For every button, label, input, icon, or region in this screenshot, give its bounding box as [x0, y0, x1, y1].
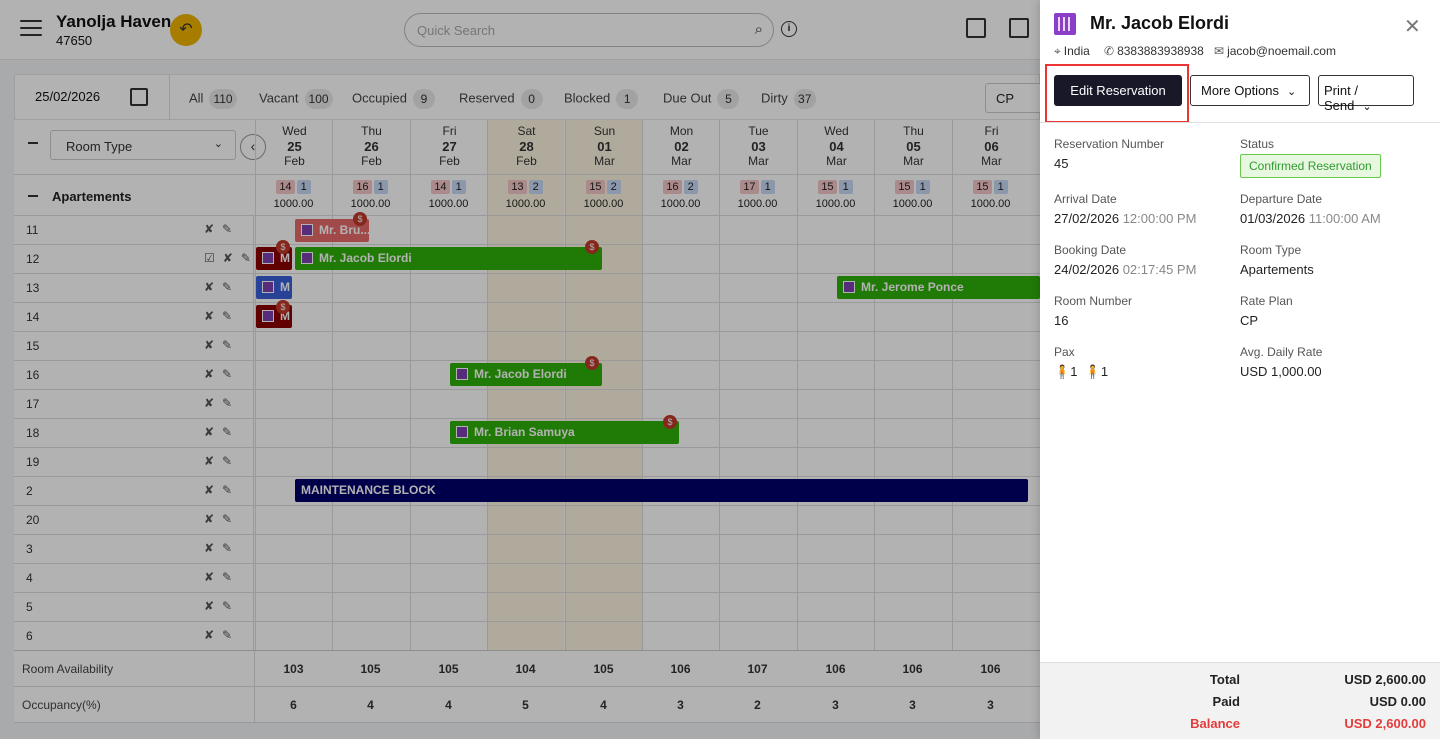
- guest-phone: ✆ 8383883938938: [1104, 44, 1204, 58]
- balance-value: USD 2,600.00: [1344, 716, 1426, 731]
- child-count: 1: [1100, 364, 1109, 379]
- country-text: India: [1063, 44, 1090, 58]
- arrival-date: 27/02/2026 12:00:00 PM: [1054, 211, 1196, 226]
- room-number-label: Room Number: [1054, 294, 1133, 308]
- arrival-date-value: 27/02/2026: [1054, 211, 1120, 226]
- email-text: jacob@noemail.com: [1227, 44, 1336, 58]
- more-options-label: More Options: [1201, 83, 1280, 98]
- room-number: 16: [1054, 313, 1069, 328]
- reservation-number: 45: [1054, 156, 1069, 171]
- adult-count: 1: [1070, 364, 1078, 379]
- chevron-down-icon: ⌄: [1287, 86, 1297, 98]
- status-badge: Confirmed Reservation: [1240, 154, 1381, 178]
- guest-name: Mr. Jacob Elordi: [1090, 13, 1230, 33]
- chevron-down-icon: ⌄: [1362, 101, 1372, 113]
- guest-country: ⌖ India: [1054, 44, 1090, 59]
- phone-text: 8383883938938: [1117, 44, 1204, 58]
- booking-time: 02:17:45 PM: [1122, 262, 1197, 277]
- more-options-button[interactable]: More Options ⌄: [1190, 75, 1310, 106]
- phone-icon: ✆: [1104, 44, 1115, 58]
- booking-date: 24/02/2026 02:17:45 PM: [1054, 262, 1196, 277]
- total-label: Total: [1209, 672, 1240, 687]
- reservation-drawer: Mr. Jacob Elordi ✕ ⌖ India ✆ 8383883938938…: [1040, 0, 1440, 739]
- adult-icon: 🧍: [1054, 364, 1071, 379]
- room-type-value: Apartements: [1240, 262, 1314, 277]
- room-type-label: Room Type: [1240, 243, 1302, 257]
- rate-plan-label: Rate Plan: [1240, 294, 1293, 308]
- hotel-icon: [1054, 13, 1076, 35]
- location-icon: ⌖: [1054, 44, 1061, 58]
- balance-label: Balance: [1190, 716, 1240, 731]
- totals-panel: Total USD 2,600.00 Paid USD 0.00 Balance…: [1040, 662, 1440, 739]
- print-send-label: Print / Send: [1324, 83, 1358, 113]
- app-root: Yanolja Haven 47650 ↶ Quick Search ⌕ i 2…: [0, 0, 1440, 739]
- departure-date: 01/03/2026 11:00:00 AM: [1240, 211, 1381, 226]
- edit-reservation-button[interactable]: Edit Reservation: [1054, 75, 1182, 106]
- divider: [1040, 122, 1440, 123]
- reservation-number-label: Reservation Number: [1054, 137, 1165, 151]
- paid-label: Paid: [1212, 694, 1240, 709]
- adr-value: USD 1,000.00: [1240, 364, 1322, 379]
- guest-email: ✉ jacob@noemail.com: [1214, 44, 1336, 58]
- pax-counts: 🧍1 🧍1: [1054, 364, 1108, 380]
- departure-time: 11:00:00 AM: [1308, 211, 1381, 226]
- total-value: USD 2,600.00: [1344, 672, 1426, 687]
- close-icon[interactable]: ✕: [1404, 17, 1421, 37]
- modal-overlay[interactable]: [0, 0, 1040, 739]
- paid-value: USD 0.00: [1369, 694, 1426, 709]
- booking-date-label: Booking Date: [1054, 243, 1127, 257]
- arrival-time: 12:00:00 PM: [1122, 211, 1197, 226]
- departure-date-value: 01/03/2026: [1240, 211, 1306, 226]
- mail-icon: ✉: [1214, 44, 1225, 58]
- booking-date-value: 24/02/2026: [1054, 262, 1120, 277]
- print-send-button[interactable]: Print / Send ⌄: [1318, 75, 1414, 113]
- arrival-date-label: Arrival Date: [1054, 192, 1117, 206]
- departure-date-label: Departure Date: [1240, 192, 1323, 206]
- child-icon: 🧍: [1084, 364, 1101, 379]
- status-label: Status: [1240, 137, 1275, 151]
- rate-plan-value: CP: [1240, 313, 1259, 328]
- pax-label: Pax: [1054, 345, 1075, 359]
- adr-label: Avg. Daily Rate: [1240, 345, 1323, 359]
